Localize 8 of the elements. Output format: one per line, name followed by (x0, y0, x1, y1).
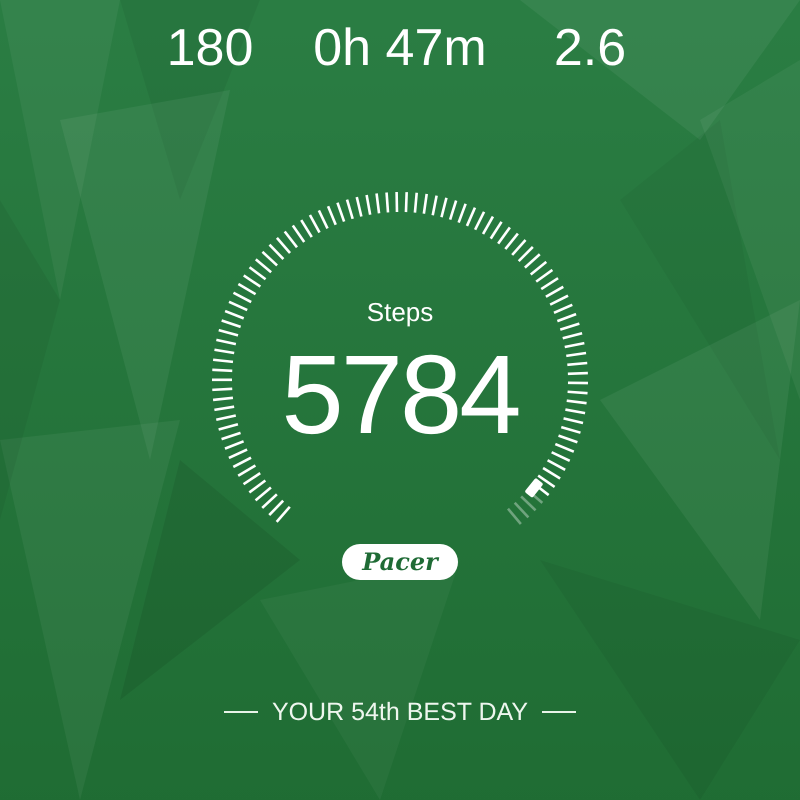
gauge-thumb (524, 478, 544, 498)
stat-value: 180 (166, 18, 254, 78)
steps-count: 5784 (281, 339, 519, 451)
logo: Pacer (342, 544, 458, 580)
stat-value: 2.6 (552, 18, 628, 78)
steps-label: Steps (366, 297, 434, 327)
stat-value: 0h 47m (312, 18, 488, 78)
best-day-text: YOUR 54th BEST DAY (272, 697, 528, 728)
